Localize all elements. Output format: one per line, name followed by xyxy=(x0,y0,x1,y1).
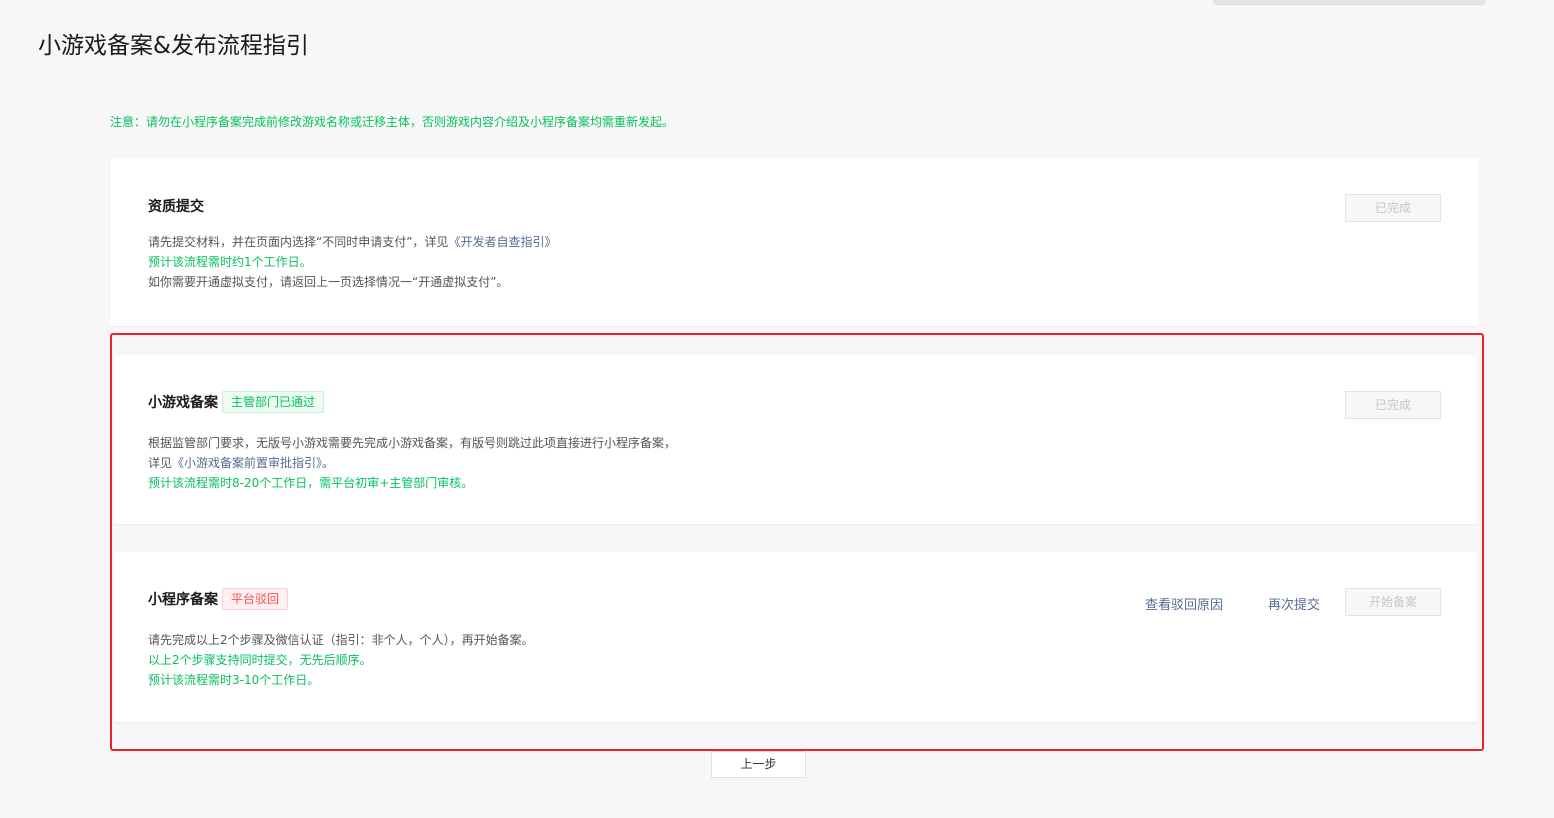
page-title: 小游戏备案&发布流程指引 xyxy=(38,33,309,59)
estimated-time-text: 预计该流程需时3-10个工作日。 xyxy=(148,673,320,687)
desc-line: 详见《小游戏备案前置审批指引》。 xyxy=(148,453,676,473)
estimated-time-text: 预计该流程需时约1个工作日。 xyxy=(148,255,312,269)
step-description: 请先完成以上2个步骤及微信认证（指引：非个人，个人），再开始备案。 以上2个步骤… xyxy=(148,630,534,690)
desc-text: 根据监管部门要求，无版号小游戏需要先完成小游戏备案，有版号则跳过此项直接进行小程… xyxy=(148,436,677,450)
self-check-guide-link[interactable]: 《开发者自查指引》 xyxy=(448,235,556,249)
step-description: 根据监管部门要求，无版号小游戏需要先完成小游戏备案，有版号则跳过此项直接进行小程… xyxy=(148,433,676,493)
estimated-time-text: 预计该流程需时8-20个工作日，需平台初审+主管部门审核。 xyxy=(148,476,474,490)
desc-text: 请先提交材料，并在页面内选择“不同时申请支付”，详见 xyxy=(148,235,449,249)
step-title: 资质提交 xyxy=(148,199,204,215)
step-description: 请先提交材料，并在页面内选择“不同时申请支付”，详见《开发者自查指引》 预计该流… xyxy=(148,232,556,292)
completed-button[interactable]: 已完成 xyxy=(1345,391,1441,419)
step-header: 资质提交 xyxy=(148,196,204,216)
completed-button[interactable]: 已完成 xyxy=(1345,194,1441,222)
view-reject-reason-link[interactable]: 查看驳回原因 xyxy=(1145,594,1223,613)
step-title: 小游戏备案 xyxy=(148,395,218,411)
status-badge: 主管部门已通过 xyxy=(222,391,325,413)
desc-extra-text: 如你需要开通虚拟支付，请返回上一页选择情况一“开通虚拟支付”。 xyxy=(148,275,509,289)
step-card-game-filing: 小游戏备案 主管部门已通过 根据监管部门要求，无版号小游戏需要先完成小游戏备案，… xyxy=(115,355,1477,524)
resubmit-link[interactable]: 再次提交 xyxy=(1268,594,1320,613)
start-filing-button[interactable]: 开始备案 xyxy=(1345,588,1441,616)
step-header: 小游戏备案 主管部门已通过 xyxy=(148,391,325,413)
step-title: 小程序备案 xyxy=(148,592,218,608)
game-filing-guide-link[interactable]: 《小游戏备案前置审批指引》 xyxy=(172,456,322,470)
desc-text: 请先完成以上2个步骤及微信认证（指引：非个人，个人），再开始备案。 xyxy=(148,633,534,647)
desc-text: 详见 xyxy=(148,456,173,470)
desc-text: 。 xyxy=(322,456,335,470)
step-card-qualification: 资质提交 请先提交材料，并在页面内选择“不同时申请支付”，详见《开发者自查指引》… xyxy=(110,158,1478,326)
desc-line: 请先提交材料，并在页面内选择“不同时申请支付”，详见《开发者自查指引》 xyxy=(148,232,556,252)
notice-text: 注意：请勿在小程序备案完成前修改游戏名称或迁移主体，否则游戏内容介绍及小程序备案… xyxy=(110,115,675,129)
order-note-text: 以上2个步骤支持同时提交，无先后顺序。 xyxy=(148,653,372,667)
top-dropdown-stub xyxy=(1213,0,1486,5)
step-header: 小程序备案 平台驳回 xyxy=(148,588,289,610)
status-badge: 平台驳回 xyxy=(222,588,289,610)
prev-step-button[interactable]: 上一步 xyxy=(711,751,806,778)
step-card-miniprogram-filing: 小程序备案 平台驳回 请先完成以上2个步骤及微信认证（指引：非个人，个人），再开… xyxy=(115,552,1477,722)
